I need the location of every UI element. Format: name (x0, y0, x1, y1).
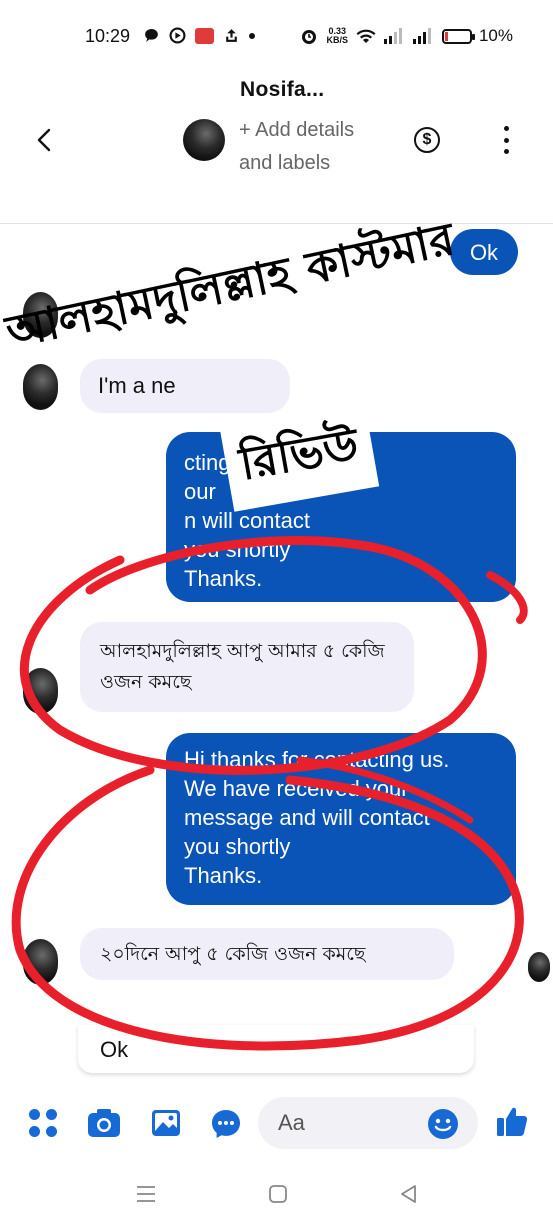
incoming-message[interactable]: আলহামদুলিল্লাহ আপু আমার ৫ কেজি ওজন কমছে (80, 622, 414, 712)
incoming-message[interactable]: Ok (78, 1025, 474, 1073)
notification-icons (143, 27, 255, 44)
incoming-message[interactable]: ২০দিনে আপু ৫ কেজি ওজন কমছে (80, 928, 454, 980)
sender-avatar (23, 939, 58, 985)
message-input-placeholder: Aa (278, 1110, 305, 1135)
back-nav-icon[interactable] (399, 1184, 419, 1204)
battery-percent: 10% (478, 26, 513, 45)
signal-2-icon (412, 28, 431, 44)
gallery-icon[interactable] (150, 1107, 182, 1139)
emoji-icon[interactable] (426, 1107, 460, 1141)
chat-notification-icon (145, 29, 158, 42)
overlay-caption-line1: আলহামদুলিল্লাহ কাস্টমার (1, 211, 460, 359)
net-speed-unit: KB/S (326, 35, 348, 45)
alarm-icon (302, 30, 317, 44)
more-notifications-dot-icon (249, 32, 255, 39)
blocked-icon (169, 27, 186, 44)
system-indicators: 0.33 KB/S 10% (299, 26, 513, 46)
camera-icon[interactable] (86, 1107, 122, 1139)
contact-name[interactable]: Nosifa... (240, 78, 324, 102)
signal-1-icon (383, 28, 402, 44)
outgoing-message[interactable]: Hi thanks for contacting us. We have rec… (166, 733, 516, 905)
sender-avatar (23, 668, 58, 714)
app-notification-icon (195, 27, 214, 44)
seen-avatar (528, 952, 550, 982)
thumbs-up-icon[interactable] (494, 1103, 530, 1139)
sender-avatar (23, 364, 58, 410)
more-vertical-icon[interactable] (501, 126, 511, 154)
add-details-link[interactable]: + Add details and labels (239, 114, 379, 180)
system-nav-bar (0, 1160, 553, 1230)
apps-grid-icon[interactable] (29, 1109, 57, 1137)
status-bar: 10:29 0.33 KB/S 10% (0, 0, 553, 74)
back-arrow-icon[interactable] (33, 120, 55, 160)
status-time: 10:29 (85, 26, 131, 46)
chat-bubble-icon[interactable] (209, 1107, 243, 1141)
network-speed: 0.33 KB/S (326, 27, 348, 45)
sync-icon (226, 29, 237, 42)
message-composer: Aa (0, 1093, 553, 1153)
incoming-message[interactable]: I'm a ne (80, 359, 290, 413)
recents-icon[interactable] (136, 1184, 156, 1204)
dollar-circle-icon[interactable]: $ (414, 127, 440, 153)
wifi-icon (356, 29, 376, 43)
chat-header: Nosifa... + Add details and labels $ (0, 74, 553, 224)
home-icon[interactable] (268, 1184, 288, 1204)
battery-icon (441, 28, 475, 44)
contact-avatar[interactable] (183, 119, 225, 161)
